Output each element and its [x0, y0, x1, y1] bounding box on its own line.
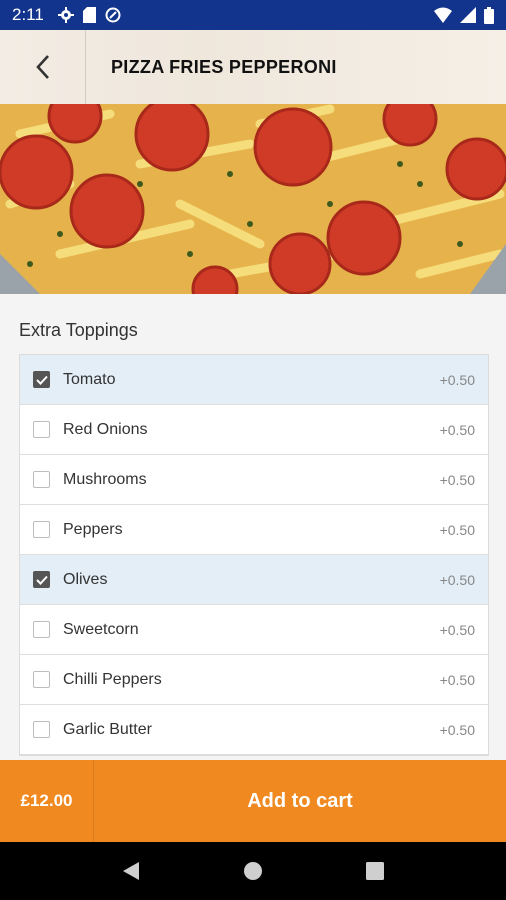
checkbox-unchecked[interactable] [33, 471, 50, 488]
topping-label: Sweetcorn [63, 620, 139, 638]
topping-item-garlic-butter[interactable]: Garlic Butter +0.50 [20, 705, 488, 755]
cell-signal-icon [460, 7, 476, 23]
checkbox-checked[interactable] [33, 371, 50, 388]
topping-label: Peppers [63, 520, 123, 538]
page-title: PIZZA FRIES PEPPERONI [111, 56, 337, 77]
add-to-cart-button[interactable]: Add to cart [94, 790, 506, 813]
toppings-list: Tomato +0.50 Red Onions +0.50 Mushrooms … [19, 354, 489, 756]
topping-label: Red Onions [63, 420, 148, 438]
settings-icon [57, 7, 74, 23]
nav-back-icon[interactable] [122, 861, 140, 881]
data-saver-icon [105, 7, 121, 23]
topping-price: +0.50 [439, 471, 475, 488]
status-time: 2:11 [12, 5, 44, 24]
topping-label: Mushrooms [63, 470, 147, 488]
topping-item-olives[interactable]: Olives +0.50 [20, 555, 488, 605]
battery-icon [484, 6, 494, 24]
topping-price: +0.50 [439, 421, 475, 438]
wifi-icon [434, 7, 452, 23]
topping-item-peppers[interactable]: Peppers +0.50 [20, 505, 488, 555]
checkbox-unchecked[interactable] [33, 721, 50, 738]
nav-recents-icon[interactable] [366, 862, 385, 880]
topping-price: +0.50 [439, 671, 475, 688]
topping-label: Chilli Peppers [63, 670, 162, 688]
topping-label: Tomato [63, 370, 116, 388]
topping-item-mushrooms[interactable]: Mushrooms +0.50 [20, 455, 488, 505]
checkbox-checked[interactable] [33, 571, 50, 588]
topping-price: +0.50 [439, 521, 475, 538]
checkbox-unchecked[interactable] [33, 421, 50, 438]
toolbar: PIZZA FRIES PEPPERONI [0, 30, 506, 104]
topping-price: +0.50 [439, 571, 475, 588]
topping-item-chilli-peppers[interactable]: Chilli Peppers +0.50 [20, 655, 488, 705]
section-title: Extra Toppings [19, 320, 138, 340]
topping-label: Olives [63, 570, 108, 588]
product-image [0, 104, 506, 294]
checkbox-unchecked[interactable] [33, 671, 50, 688]
checkbox-unchecked[interactable] [33, 621, 50, 638]
checkmark-icon [35, 375, 48, 385]
sd-card-icon [82, 7, 96, 23]
pizza-fries-illustration [0, 104, 506, 294]
topping-price: +0.50 [439, 621, 475, 638]
topping-item-red-onions[interactable]: Red Onions +0.50 [20, 405, 488, 455]
back-button[interactable] [0, 30, 86, 104]
status-bar: 2:11 [0, 0, 506, 30]
total-price: £12.00 [0, 760, 94, 842]
checkbox-unchecked[interactable] [33, 521, 50, 538]
back-arrow-icon [35, 55, 49, 79]
system-nav-bar [0, 842, 506, 900]
topping-price: +0.50 [439, 371, 475, 388]
checkmark-icon [35, 575, 48, 585]
topping-item-sweetcorn[interactable]: Sweetcorn +0.50 [20, 605, 488, 655]
topping-item-tomato[interactable]: Tomato +0.50 [20, 355, 488, 405]
bottom-bar: £12.00 Add to cart [0, 760, 506, 842]
nav-home-icon[interactable] [243, 861, 263, 881]
toppings-section: Extra Toppings Tomato +0.50 Red Onions +… [0, 294, 506, 760]
topping-price: +0.50 [439, 721, 475, 738]
topping-label: Garlic Butter [63, 720, 152, 738]
